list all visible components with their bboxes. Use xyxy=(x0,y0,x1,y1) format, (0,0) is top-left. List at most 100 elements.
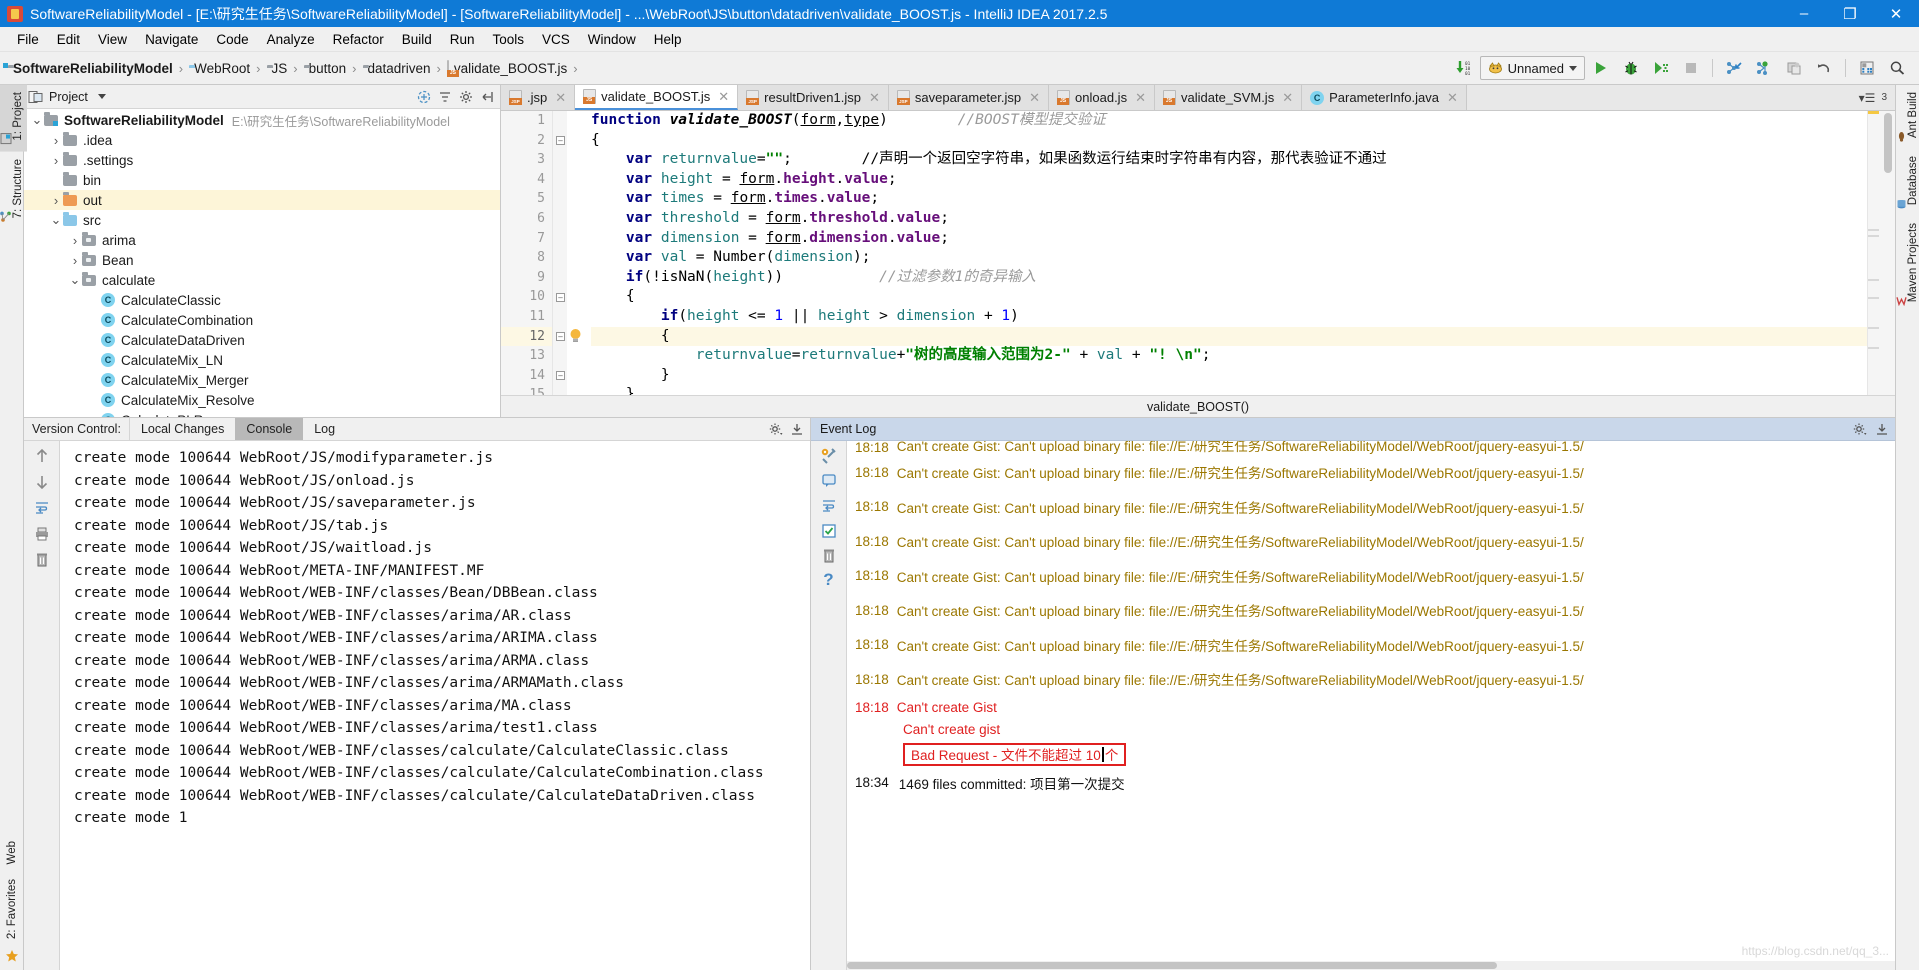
event-log-entry[interactable]: 18:18 Can't create Gist: Can't upload bin… xyxy=(855,441,1895,455)
sidebar-item-structure[interactable]: 7: Structure xyxy=(0,152,27,229)
tab-log[interactable]: Log xyxy=(303,418,346,440)
close-button[interactable]: ✕ xyxy=(1873,0,1919,27)
console-output[interactable]: create mode 100644 WebRoot/JS/modifypara… xyxy=(60,441,810,970)
maximize-button[interactable]: ❐ xyxy=(1827,0,1873,27)
editor-tab[interactable]: .jsp ✕ xyxy=(501,85,576,110)
editor-tab-overflow[interactable]: ▾☰ 3 xyxy=(1851,85,1895,110)
event-log-list[interactable]: 18:18 Can't create Gist: Can't upload bin… xyxy=(847,441,1895,970)
tree-node[interactable]: C CalculateClassic xyxy=(24,290,500,310)
tree-node[interactable]: bin xyxy=(24,170,500,190)
revert-icon[interactable] xyxy=(1810,55,1838,81)
breadcrumb-item-file[interactable]: validate_BOOST.js xyxy=(446,59,567,77)
chevron-right-icon[interactable]: › xyxy=(49,153,63,168)
sidebar-item-database[interactable]: Database xyxy=(1893,149,1919,216)
event-log-entry[interactable]: 18:18 Can't create Gist: Can't upload bin… xyxy=(855,559,1895,594)
tree-node[interactable]: ⌄ SoftwareReliabilityModel E:\研究生任务\Softwa… xyxy=(24,110,500,130)
fold-marker[interactable]: – xyxy=(556,293,565,302)
tree-node[interactable]: C CalculateCombination xyxy=(24,310,500,330)
sidebar-item-web[interactable]: Web xyxy=(3,834,21,871)
tree-node[interactable]: CCalculatePLR xyxy=(24,410,500,417)
code-folding-gutter[interactable]: – – – – xyxy=(553,111,567,395)
tree-node[interactable]: C CalculateMix_LN xyxy=(24,350,500,370)
debug-icon[interactable] xyxy=(1617,55,1645,81)
menu-edit[interactable]: Edit xyxy=(48,30,89,49)
tree-node[interactable]: C CalculateDataDriven xyxy=(24,330,500,350)
close-icon[interactable]: ✕ xyxy=(1282,90,1293,106)
editor-tab[interactable]: onload.js ✕ xyxy=(1049,85,1155,110)
tree-node[interactable]: C CalculateMix_Merger xyxy=(24,370,500,390)
hide-panel-icon[interactable] xyxy=(478,88,496,106)
menu-navigate[interactable]: Navigate xyxy=(136,30,207,49)
build-icon[interactable] xyxy=(820,447,837,464)
event-log-entry[interactable]: 18:18 Can't create Gist: Can't upload bin… xyxy=(855,490,1895,525)
run-icon[interactable] xyxy=(1587,55,1615,81)
event-log-entry[interactable]: 18:18 Can't create Gist: Can't upload bin… xyxy=(855,662,1895,697)
event-log-error-box[interactable]: Bad Request - 文件不能超过 10 个 xyxy=(903,742,1127,766)
chevron-down-icon[interactable] xyxy=(1569,65,1577,71)
sidebar-item-maven-projects[interactable]: Maven Projects xyxy=(1893,216,1919,313)
editor-tab[interactable]: resultDriven1.jsp ✕ xyxy=(738,85,889,110)
menu-code[interactable]: Code xyxy=(207,30,257,49)
menu-build[interactable]: Build xyxy=(393,30,441,49)
editor-tab[interactable]: validate_BOOST.js ✕ xyxy=(575,85,739,110)
menu-tools[interactable]: Tools xyxy=(484,30,534,49)
breadcrumb-item-datadriven[interactable]: datadriven xyxy=(363,61,431,76)
messages-icon[interactable] xyxy=(821,473,837,489)
copy-icon[interactable] xyxy=(1780,55,1808,81)
chevron-down-icon[interactable]: ⌄ xyxy=(49,212,63,228)
tree-node[interactable]: › .settings xyxy=(24,150,500,170)
menu-run[interactable]: Run xyxy=(441,30,484,49)
tree-node[interactable]: › Bean xyxy=(24,250,500,270)
close-icon[interactable]: ✕ xyxy=(1447,90,1458,106)
sidebar-item-ant-build[interactable]: Ant Build xyxy=(1893,85,1919,149)
stop-icon[interactable] xyxy=(1677,55,1705,81)
menu-file[interactable]: File xyxy=(8,30,48,49)
editor-tab[interactable]: validate_SVM.js ✕ xyxy=(1154,85,1303,110)
soft-wrap-icon[interactable] xyxy=(34,500,50,516)
tree-node[interactable]: › .idea xyxy=(24,130,500,150)
tree-node[interactable]: ⌄ calculate xyxy=(24,270,500,290)
chevron-down-icon[interactable]: ⌄ xyxy=(68,272,82,288)
close-icon[interactable]: ✕ xyxy=(555,90,566,106)
attach-profiler-icon[interactable] xyxy=(1720,55,1748,81)
event-log-entry[interactable]: 18:18 Can't create Gist: Can't upload bin… xyxy=(855,628,1895,663)
chevron-down-icon[interactable] xyxy=(97,94,106,99)
breadcrumb-item-webroot[interactable]: WebRoot xyxy=(189,61,250,76)
favorites-icon[interactable] xyxy=(5,946,19,966)
chevron-right-icon[interactable]: › xyxy=(68,253,82,268)
minimize-button[interactable]: – xyxy=(1781,0,1827,27)
update-project-icon[interactable]: 01 10 01 xyxy=(1450,55,1478,81)
profiler-icon[interactable] xyxy=(1750,55,1778,81)
tree-node[interactable]: › out xyxy=(24,190,500,210)
event-log-entry[interactable]: 18:18 Can't create Gist: Can't upload bin… xyxy=(855,593,1895,628)
scroll-up-icon[interactable] xyxy=(34,448,50,464)
tree-node[interactable]: › arima xyxy=(24,230,500,250)
close-icon[interactable]: ✕ xyxy=(718,89,729,105)
breadcrumb-item-button[interactable]: button xyxy=(304,61,347,76)
editor-tab[interactable]: saveparameter.jsp ✕ xyxy=(888,85,1050,110)
editor-breadcrumb[interactable]: validate_BOOST() xyxy=(501,395,1895,417)
code-area[interactable]: 1 2 3 4 5 6 7 8 9 10 11 12 13 14 15 – – – – xyxy=(501,111,1895,395)
hide-panel-icon[interactable] xyxy=(1875,422,1889,436)
breadcrumb-item-module[interactable]: SoftwareReliabilityModel xyxy=(8,61,173,76)
menu-help[interactable]: Help xyxy=(645,30,691,49)
settings-icon[interactable] xyxy=(457,88,475,106)
collapse-all-icon[interactable] xyxy=(415,88,433,106)
soft-wrap-icon[interactable] xyxy=(821,498,837,514)
tab-list-icon[interactable]: ▾☰ xyxy=(1859,91,1876,105)
event-log-horizontal-scrollbar[interactable] xyxy=(847,961,1895,970)
event-log-error-entry[interactable]: 18:18 Can't create Gist xyxy=(855,697,1895,719)
intention-bulb-icon[interactable] xyxy=(569,328,582,343)
chevron-down-icon[interactable]: ⌄ xyxy=(30,112,44,128)
run-coverage-icon[interactable] xyxy=(1647,55,1675,81)
sidebar-item-project[interactable]: 1: Project xyxy=(0,85,27,152)
help-icon[interactable]: ? xyxy=(823,571,833,588)
settings-icon[interactable] xyxy=(1853,422,1867,436)
chevron-right-icon[interactable]: › xyxy=(68,233,82,248)
fold-marker[interactable]: – xyxy=(556,332,565,341)
expand-all-icon[interactable] xyxy=(436,88,454,106)
fold-marker[interactable]: – xyxy=(556,371,565,380)
clear-icon[interactable] xyxy=(821,548,837,564)
breadcrumb-item-js[interactable]: JS xyxy=(267,61,288,76)
menu-vcs[interactable]: VCS xyxy=(533,30,579,49)
